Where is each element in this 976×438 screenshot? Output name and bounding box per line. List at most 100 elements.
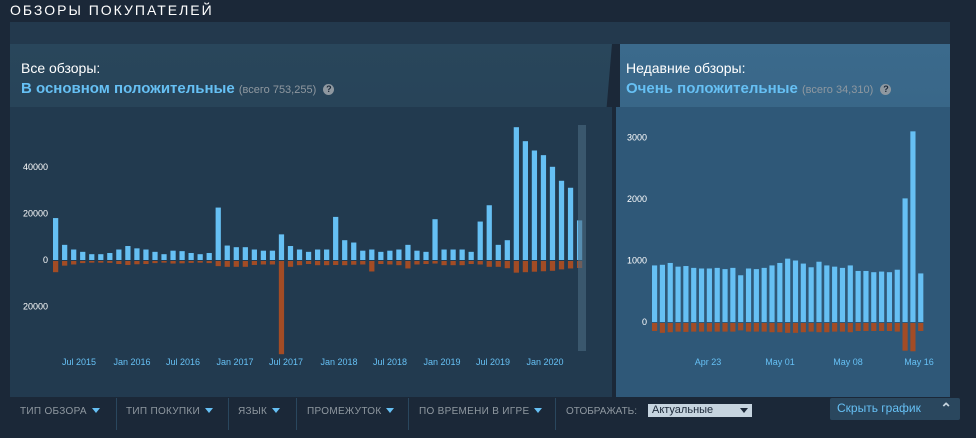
negative-bar[interactable] xyxy=(894,323,900,332)
negative-bar[interactable] xyxy=(414,261,420,265)
positive-bar[interactable] xyxy=(98,254,104,260)
positive-bar[interactable] xyxy=(698,268,705,322)
positive-bar[interactable] xyxy=(675,266,681,322)
negative-bar[interactable] xyxy=(800,323,806,333)
positive-bar[interactable] xyxy=(567,187,574,260)
positive-bar[interactable] xyxy=(233,247,239,260)
negative-bar[interactable] xyxy=(152,261,158,264)
positive-bar[interactable] xyxy=(369,249,375,260)
negative-bar[interactable] xyxy=(761,323,767,332)
positive-bar[interactable] xyxy=(855,270,861,322)
negative-bar[interactable] xyxy=(378,261,384,265)
positive-bar[interactable] xyxy=(659,264,665,322)
positive-bar[interactable] xyxy=(287,246,294,260)
positive-bar[interactable] xyxy=(224,245,230,260)
negative-bar[interactable] xyxy=(477,261,483,265)
negative-bar[interactable] xyxy=(879,323,885,331)
negative-bar[interactable] xyxy=(396,261,402,266)
positive-bar[interactable] xyxy=(495,244,501,260)
positive-bar[interactable] xyxy=(691,267,697,322)
positive-bar[interactable] xyxy=(808,267,814,322)
negative-bar[interactable] xyxy=(816,323,822,333)
negative-bar[interactable] xyxy=(567,261,574,269)
positive-bar[interactable] xyxy=(342,240,348,260)
negative-bar[interactable] xyxy=(89,261,95,263)
positive-bar[interactable] xyxy=(188,253,194,260)
positive-bar[interactable] xyxy=(414,250,420,260)
positive-bar[interactable] xyxy=(753,269,759,322)
negative-bar[interactable] xyxy=(683,323,689,332)
positive-bar[interactable] xyxy=(432,219,438,260)
negative-bar[interactable] xyxy=(549,261,556,271)
positive-bar[interactable] xyxy=(53,218,59,260)
negative-bar[interactable] xyxy=(351,261,357,265)
negative-bar[interactable] xyxy=(722,323,728,332)
positive-bar[interactable] xyxy=(378,251,384,260)
negative-bar[interactable] xyxy=(531,261,538,272)
positive-bar[interactable] xyxy=(683,266,689,322)
positive-bar[interactable] xyxy=(549,166,556,260)
positive-bar[interactable] xyxy=(405,244,411,260)
negative-bar[interactable] xyxy=(902,323,908,351)
negative-bar[interactable] xyxy=(405,261,411,269)
positive-bar[interactable] xyxy=(863,270,869,322)
recent-reviews-chart[interactable]: 3000 2000 1000 0 Apr 23 May 01 May 08 May 16 xyxy=(616,107,950,397)
positive-bar[interactable] xyxy=(738,275,744,322)
filter-purchase-type[interactable]: ТИП ПОКУПКИ xyxy=(126,406,214,417)
question-icon[interactable]: ? xyxy=(323,84,335,95)
all-reviews-chart[interactable]: 40000 20000 0 20000 Jul 2015 Jan 2016 Jul 2016… xyxy=(10,107,612,397)
positive-bar[interactable] xyxy=(839,267,846,322)
negative-bar[interactable] xyxy=(522,261,529,273)
negative-bar[interactable] xyxy=(745,323,752,332)
positive-bar[interactable] xyxy=(886,272,893,322)
negative-bar[interactable] xyxy=(278,261,285,355)
negative-bar[interactable] xyxy=(486,261,492,267)
negative-bar[interactable] xyxy=(540,261,547,272)
positive-bar[interactable] xyxy=(769,265,775,322)
negative-bar[interactable] xyxy=(468,261,474,265)
positive-bar[interactable] xyxy=(918,273,924,322)
negative-bar[interactable] xyxy=(215,261,221,267)
negative-bar[interactable] xyxy=(450,261,456,266)
hide-graph-button[interactable]: Скрыть график ⌃ xyxy=(830,398,960,420)
positive-bar[interactable] xyxy=(558,180,565,260)
negative-bar[interactable] xyxy=(314,261,321,266)
positive-bar[interactable] xyxy=(206,253,212,260)
positive-bar[interactable] xyxy=(305,251,312,260)
negative-bar[interactable] xyxy=(847,323,853,333)
negative-bar[interactable] xyxy=(839,323,846,332)
positive-bar[interactable] xyxy=(902,198,908,322)
negative-bar[interactable] xyxy=(324,261,330,266)
positive-bar[interactable] xyxy=(333,216,339,260)
negative-bar[interactable] xyxy=(305,261,312,265)
negative-bar[interactable] xyxy=(333,261,339,265)
filter-review-type[interactable]: ТИП ОБЗОРА xyxy=(20,406,100,417)
negative-bar[interactable] xyxy=(233,261,239,267)
positive-bar[interactable] xyxy=(396,249,402,260)
negative-bar[interactable] xyxy=(296,261,303,266)
recent-reviews-summary[interactable]: Очень положительные xyxy=(626,80,798,97)
negative-bar[interactable] xyxy=(387,261,393,265)
positive-bar[interactable] xyxy=(242,247,248,260)
negative-bar[interactable] xyxy=(143,261,149,265)
negative-bar[interactable] xyxy=(691,323,697,332)
negative-bar[interactable] xyxy=(738,323,744,331)
positive-bar[interactable] xyxy=(360,250,366,260)
positive-bar[interactable] xyxy=(847,265,853,322)
negative-bar[interactable] xyxy=(886,323,893,331)
positive-bar[interactable] xyxy=(161,254,167,260)
positive-bar[interactable] xyxy=(504,240,510,260)
negative-bar[interactable] xyxy=(730,323,736,332)
positive-bar[interactable] xyxy=(260,250,267,260)
positive-bar[interactable] xyxy=(722,269,728,322)
positive-bar[interactable] xyxy=(170,250,176,260)
positive-bar[interactable] xyxy=(116,249,122,260)
filter-playtime[interactable]: ПО ВРЕМЕНИ В ИГРЕ xyxy=(419,406,543,417)
negative-bar[interactable] xyxy=(80,261,86,264)
positive-bar[interactable] xyxy=(468,251,474,260)
positive-bar[interactable] xyxy=(62,244,68,260)
negative-bar[interactable] xyxy=(134,261,140,265)
positive-bar[interactable] xyxy=(910,131,916,322)
positive-bar[interactable] xyxy=(89,254,95,260)
negative-bar[interactable] xyxy=(714,323,720,332)
